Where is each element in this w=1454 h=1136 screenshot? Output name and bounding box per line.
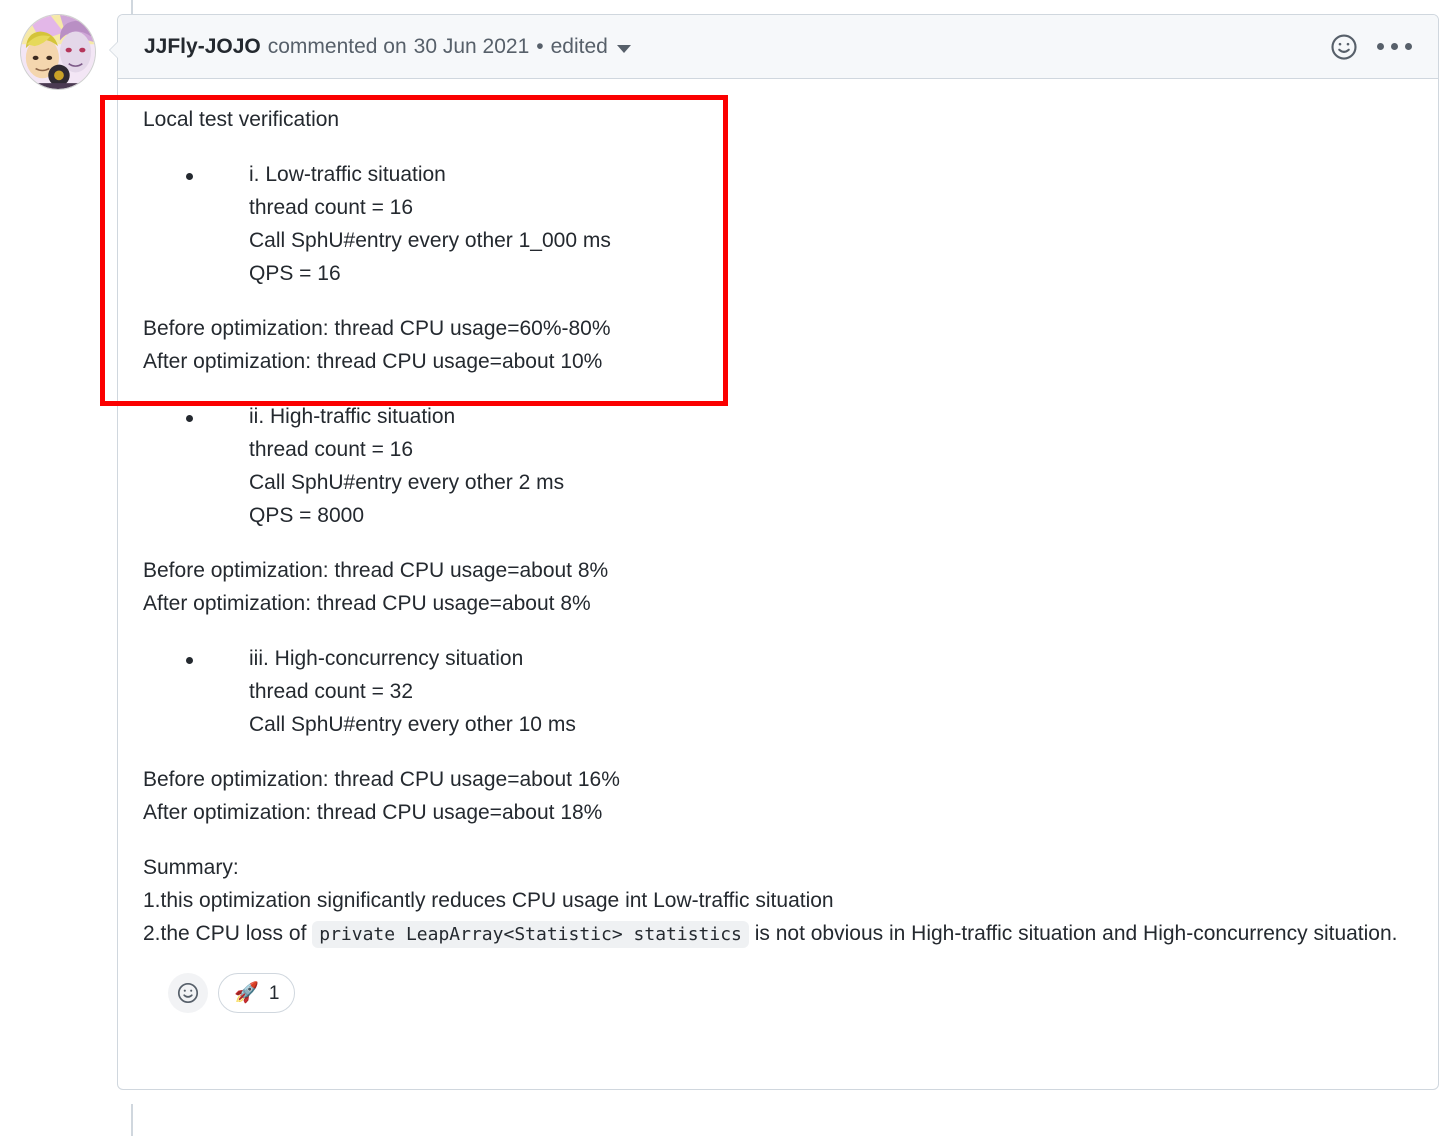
comment-author[interactable]: JJFly-JOJO <box>144 35 261 59</box>
rocket-reaction-count: 1 <box>268 982 280 1004</box>
summary-point-1: 1.this optimization significantly reduce… <box>143 889 834 912</box>
intro-paragraph: Local test verification <box>143 108 340 131</box>
kebab-dot-1 <box>1377 43 1384 50</box>
section-line: thread count = 16 <box>249 196 414 219</box>
add-reaction-button-footer[interactable] <box>168 973 208 1013</box>
comment-meta-separator: • <box>536 34 544 58</box>
smiley-icon <box>177 982 199 1004</box>
section-title: i. Low-traffic situation <box>249 163 446 186</box>
avatar-image <box>21 15 95 89</box>
before-optimization-2: Before optimization: thread CPU usage=ab… <box>143 559 609 582</box>
comment-body: Local test verification i. Low-traffic s… <box>118 79 1438 1023</box>
smiley-icon <box>1331 33 1357 60</box>
chevron-down-icon[interactable] <box>616 44 631 53</box>
list-item: i. Low-traffic situation thread count = … <box>143 158 1410 290</box>
comment-header: JJFly-JOJO commented on 30 Jun 2021 • ed… <box>118 15 1438 79</box>
list-item: ii. High-traffic situation thread count … <box>143 400 1410 532</box>
summary-point-2-suffix: is not obvious in High-traffic situation… <box>748 922 1398 945</box>
comment-meta: JJFly-JOJO commented on 30 Jun 2021 • ed… <box>144 35 631 59</box>
section-title: iii. High-concurrency situation <box>249 647 524 670</box>
summary-point-2-prefix: 2.the CPU loss of <box>143 922 313 945</box>
before-optimization-1: Before optimization: thread CPU usage=60… <box>143 317 611 340</box>
after-optimization-3: After optimization: thread CPU usage=abo… <box>143 801 603 824</box>
rocket-reaction-button[interactable]: 🚀 1 <box>218 973 296 1013</box>
after-optimization-1: After optimization: thread CPU usage=abo… <box>143 350 603 373</box>
add-reaction-button[interactable] <box>1329 32 1359 62</box>
reactions-bar: 🚀 1 <box>143 951 1410 1013</box>
section-line: QPS = 8000 <box>249 504 364 527</box>
section-line: Call SphU#entry every other 2 ms <box>249 471 565 494</box>
comment-header-actions <box>1329 32 1414 62</box>
section-list-1: i. Low-traffic situation thread count = … <box>143 158 1410 290</box>
rocket-icon: 🚀 <box>234 982 259 1004</box>
comment-action-text: commented on <box>267 34 407 58</box>
list-item: iii. High-concurrency situation thread c… <box>143 642 1410 741</box>
summary-heading: Summary: <box>143 856 239 879</box>
comment-container: JJFly-JOJO commented on 30 Jun 2021 • ed… <box>109 14 1439 1090</box>
timeline-rail-bottom <box>131 1104 133 1136</box>
section-list-3: iii. High-concurrency situation thread c… <box>143 642 1410 741</box>
section-title: ii. High-traffic situation <box>249 405 456 428</box>
section-line: QPS = 16 <box>249 262 341 285</box>
section-list-2: ii. High-traffic situation thread count … <box>143 400 1410 532</box>
section-line: Call SphU#entry every other 1_000 ms <box>249 229 611 252</box>
section-line: thread count = 32 <box>249 680 414 703</box>
before-optimization-3: Before optimization: thread CPU usage=ab… <box>143 768 620 791</box>
section-line: Call SphU#entry every other 10 ms <box>249 713 576 736</box>
kebab-dot-3 <box>1405 43 1412 50</box>
kebab-dot-2 <box>1391 43 1398 50</box>
comment-menu-button[interactable] <box>1375 39 1414 54</box>
summary-point-2: 2.the CPU loss of private LeapArray<Stat… <box>143 917 1410 951</box>
section-line: thread count = 16 <box>249 438 414 461</box>
inline-code-statistics: private LeapArray<Statistic> statistics <box>312 921 749 948</box>
avatar[interactable] <box>20 14 96 90</box>
comment-date[interactable]: 30 Jun 2021 <box>414 35 530 59</box>
comment-caret <box>110 41 119 59</box>
after-optimization-2: After optimization: thread CPU usage=abo… <box>143 592 591 615</box>
comment-edited-label[interactable]: edited <box>551 35 608 59</box>
